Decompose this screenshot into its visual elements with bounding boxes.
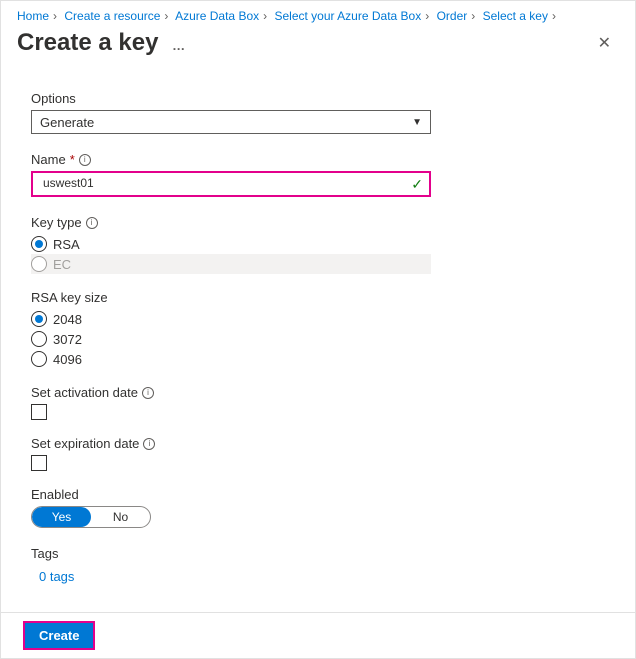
breadcrumb-order[interactable]: Order <box>437 9 468 23</box>
name-value: uswest01 <box>39 175 411 193</box>
radio-label: 4096 <box>53 352 82 367</box>
chevron-right-icon: › <box>263 9 267 23</box>
chevron-down-icon: ▼ <box>412 117 422 128</box>
radio-icon <box>31 331 47 347</box>
key-type-group: RSA EC <box>31 234 605 274</box>
chevron-right-icon: › <box>53 9 57 23</box>
radio-icon <box>31 236 47 252</box>
activation-checkbox[interactable] <box>31 404 47 420</box>
breadcrumb-create-resource[interactable]: Create a resource <box>64 9 160 23</box>
enabled-label: Enabled <box>31 487 605 502</box>
breadcrumb-home[interactable]: Home <box>17 9 49 23</box>
toggle-no: No <box>91 507 150 527</box>
breadcrumb-select-data-box[interactable]: Select your Azure Data Box <box>274 9 421 23</box>
rsa-size-group: 2048 3072 4096 <box>31 309 605 369</box>
radio-icon <box>31 311 47 327</box>
tags-label: Tags <box>31 546 605 561</box>
name-input[interactable]: uswest01 ✓ <box>31 171 431 197</box>
rsa-size-4096[interactable]: 4096 <box>31 349 605 369</box>
key-type-ec: EC <box>31 254 431 274</box>
radio-label: 2048 <box>53 312 82 327</box>
radio-label: RSA <box>53 237 80 252</box>
required-indicator: * <box>70 152 75 167</box>
expiration-checkbox[interactable] <box>31 455 47 471</box>
key-type-rsa[interactable]: RSA <box>31 234 605 254</box>
expiration-label: Set expiration date <box>31 436 139 451</box>
page-title: Create a key <box>17 29 158 56</box>
name-label: Name <box>31 152 66 167</box>
chevron-right-icon: › <box>425 9 429 23</box>
rsa-size-2048[interactable]: 2048 <box>31 309 605 329</box>
activation-label: Set activation date <box>31 385 138 400</box>
key-type-label: Key type <box>31 215 82 230</box>
options-value: Generate <box>40 115 94 130</box>
page-header: Create a key … ✕ <box>1 27 635 67</box>
chevron-right-icon: › <box>164 9 168 23</box>
radio-icon <box>31 256 47 272</box>
radio-icon <box>31 351 47 367</box>
info-icon[interactable]: i <box>86 217 98 229</box>
rsa-size-3072[interactable]: 3072 <box>31 329 605 349</box>
close-icon[interactable]: ✕ <box>590 29 619 57</box>
rsa-size-label: RSA key size <box>31 290 605 305</box>
breadcrumb-azure-data-box[interactable]: Azure Data Box <box>175 9 259 23</box>
check-icon: ✓ <box>411 176 423 193</box>
enabled-toggle[interactable]: Yes No <box>31 506 151 528</box>
breadcrumb: Home › Create a resource › Azure Data Box ›… <box>1 1 635 27</box>
create-button[interactable]: Create <box>23 621 95 650</box>
tags-link[interactable]: 0 tags <box>31 569 74 584</box>
chevron-right-icon: › <box>552 9 556 23</box>
toggle-yes: Yes <box>32 507 91 527</box>
info-icon[interactable]: i <box>142 387 154 399</box>
options-select[interactable]: Generate ▼ <box>31 110 431 134</box>
info-icon[interactable]: i <box>143 438 155 450</box>
radio-label: EC <box>53 257 71 272</box>
chevron-right-icon: › <box>471 9 475 23</box>
footer-bar: Create <box>1 612 635 658</box>
options-label: Options <box>31 91 605 106</box>
breadcrumb-select-key[interactable]: Select a key <box>483 9 548 23</box>
radio-label: 3072 <box>53 332 82 347</box>
info-icon[interactable]: i <box>79 154 91 166</box>
more-actions-icon[interactable]: … <box>172 38 186 53</box>
